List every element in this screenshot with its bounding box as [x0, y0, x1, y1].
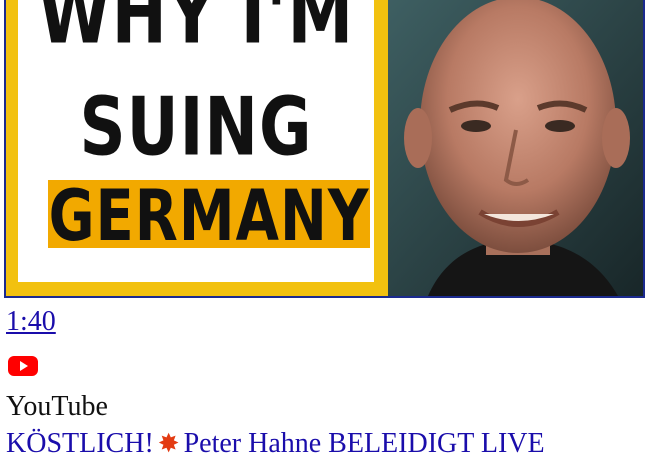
video-source-name: YouTube [6, 391, 108, 422]
search-result-video-card: WHY I'M SUING GERMANY 1:40 YouTube KÖSTL… [0, 0, 645, 455]
video-title-rest: Peter Hahne BELEIDIGT LIVE [183, 428, 545, 455]
video-thumbnail[interactable]: WHY I'M SUING GERMANY [4, 0, 645, 298]
thumbnail-headline-line3: GERMANY [48, 176, 370, 258]
video-title-prefix: KÖSTLICH! [6, 428, 154, 455]
collision-icon: ✸ [157, 429, 180, 455]
video-duration-link[interactable]: 1:40 [6, 306, 56, 338]
thumbnail-headline-line1: WHY I'M [37, 0, 355, 63]
video-title-link[interactable]: KÖSTLICH! ✸ Peter Hahne BELEIDIGT LIVE [6, 428, 545, 455]
youtube-play-icon [7, 354, 39, 378]
speaker-portrait [388, 0, 643, 296]
thumbnail-headline-line2: SUING [79, 82, 313, 175]
